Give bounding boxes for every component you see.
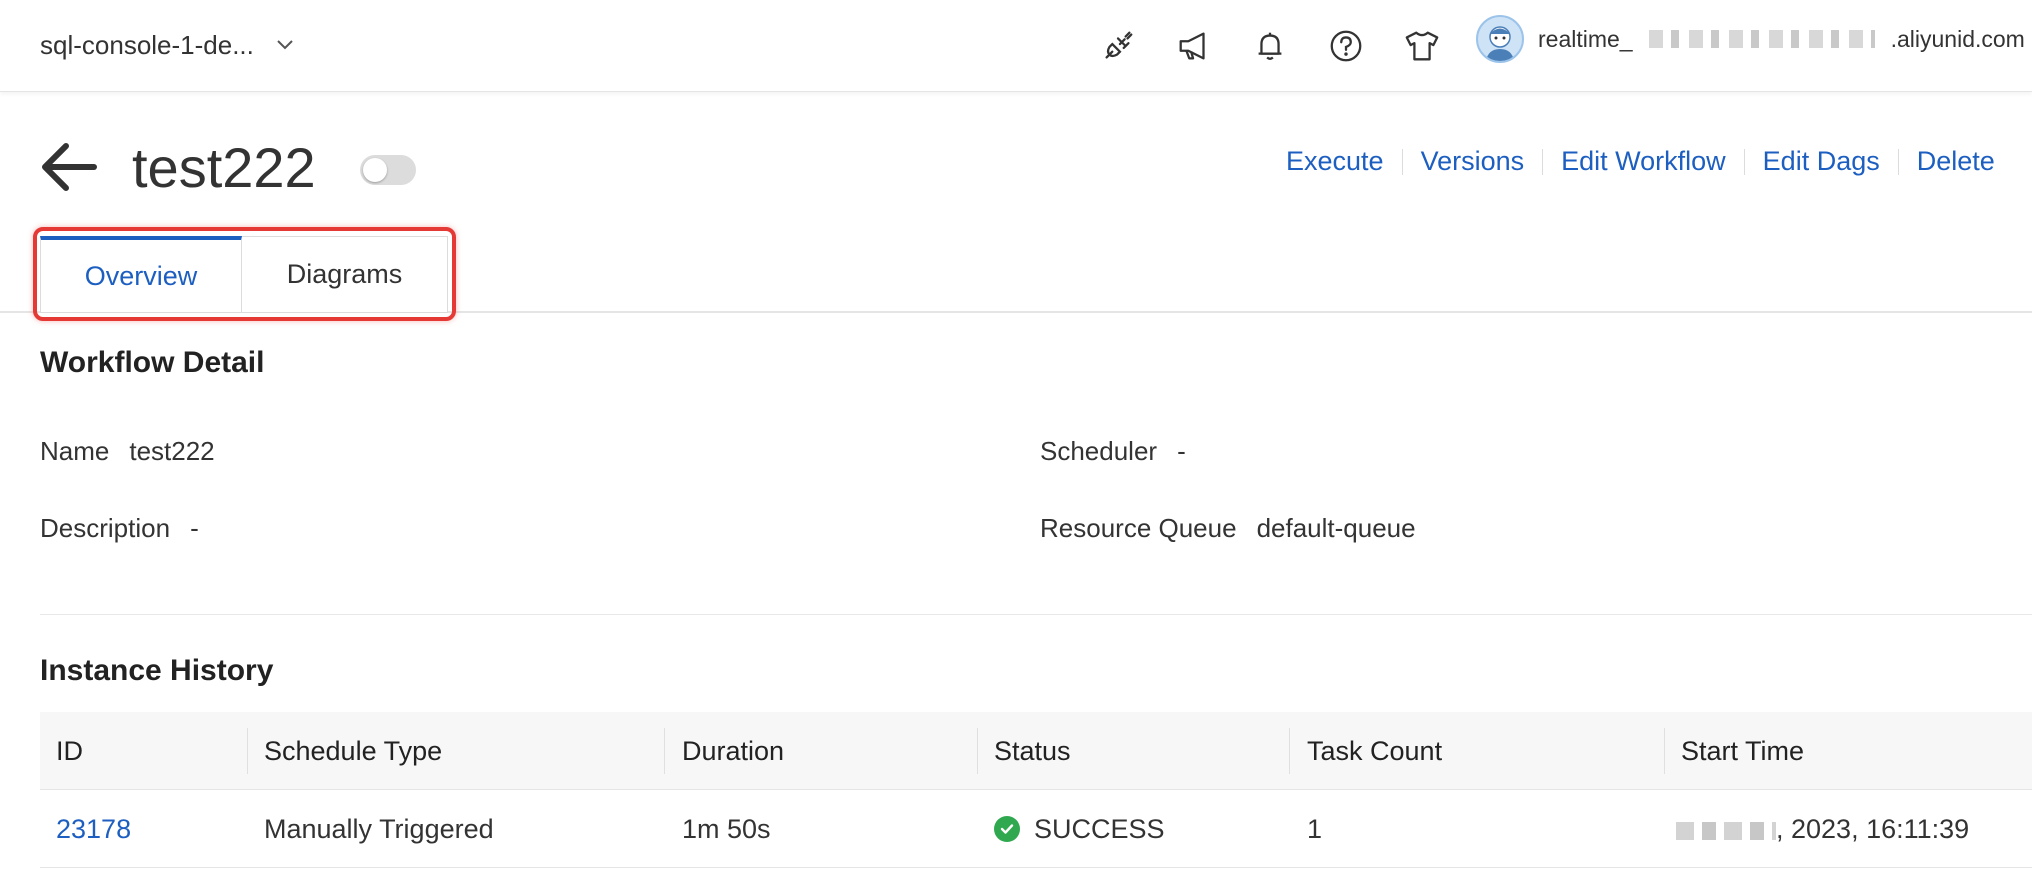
redacted-text [1648,30,1875,48]
top-navigation-bar: sql-console-1-de... realtime_ .aliyunid.… [0,0,2032,92]
check-circle-icon [994,816,1020,842]
avatar [1476,15,1524,63]
column-header-status: Status [994,736,1071,766]
back-arrow-icon[interactable] [38,138,100,196]
toggle-knob [363,158,387,182]
table-header: ID Schedule Type Duration Status Task Co… [40,712,2032,790]
instance-id-link[interactable]: 23178 [56,790,131,868]
workflow-detail-title: Workflow Detail [40,346,265,379]
edit-dags-button[interactable]: Edit Dags [1745,146,1898,177]
user-account-suffix: .aliyunid.com [1890,25,2025,52]
column-divider [664,728,665,774]
start-time-text: , 2023, 16:11:39 [1776,814,1970,844]
megaphone-icon[interactable] [1156,18,1232,74]
top-icon-group [1080,18,1460,74]
task-count-cell: 1 [1307,814,1323,844]
start-time-cell: , 2023, 16:11:39 [1676,790,1969,868]
delete-button[interactable]: Delete [1899,146,2013,177]
instance-history-title: Instance History [40,654,274,687]
versions-button[interactable]: Versions [1403,146,1543,177]
name-value: test222 [129,436,215,466]
description-field: Description - [40,513,199,544]
column-header-task-count: Task Count [1307,736,1443,766]
section-divider [40,614,2032,615]
execute-button[interactable]: Execute [1268,146,1402,177]
tshirt-icon[interactable] [1384,18,1460,74]
redacted-text [1676,821,1776,840]
workspace-name: sql-console-1-de... [40,29,254,60]
scheduler-label: Scheduler [1040,436,1158,466]
resource-queue-label: Resource Queue [1040,513,1237,543]
bell-icon[interactable] [1232,18,1308,74]
user-menu[interactable]: realtime_ .aliyunid.com [1476,15,2032,63]
resource-queue-value: default-queue [1256,513,1416,543]
column-divider [1289,728,1290,774]
name-label: Name [40,436,110,466]
plug-icon[interactable] [1080,18,1156,74]
column-header-start-time: Start Time [1681,736,1805,766]
status-text: SUCCESS [1034,814,1165,844]
status-cell: SUCCESS [994,790,1165,868]
table-row: 23178 Manually Triggered 1m 50s SUCCESS … [40,790,2032,868]
workspace-selector[interactable]: sql-console-1-de... [40,24,294,66]
chevron-down-icon [276,35,294,56]
help-icon[interactable] [1308,18,1384,74]
scheduler-field: Scheduler - [1040,436,1186,467]
tabs-highlight-box [33,227,456,321]
name-field: Name test222 [40,436,215,467]
column-divider [977,728,978,774]
edit-workflow-button[interactable]: Edit Workflow [1543,146,1744,177]
page-title: test222 [132,136,316,199]
column-header-duration: Duration [682,736,785,766]
column-divider [1664,728,1665,774]
description-label: Description [40,513,171,543]
header-actions: Execute Versions Edit Workflow Edit Dags… [1268,146,2013,177]
resource-queue-field: Resource Queue default-queue [1040,513,1416,544]
column-header-id: ID [56,736,83,766]
workflow-enable-toggle[interactable] [360,155,416,185]
scheduler-value: - [1177,436,1186,466]
duration-cell: 1m 50s [682,814,771,844]
column-divider [247,728,248,774]
column-header-schedule-type: Schedule Type [264,736,443,766]
user-account-prefix: realtime_ [1538,25,1633,52]
description-value: - [190,513,199,543]
schedule-type-cell: Manually Triggered [264,814,494,844]
